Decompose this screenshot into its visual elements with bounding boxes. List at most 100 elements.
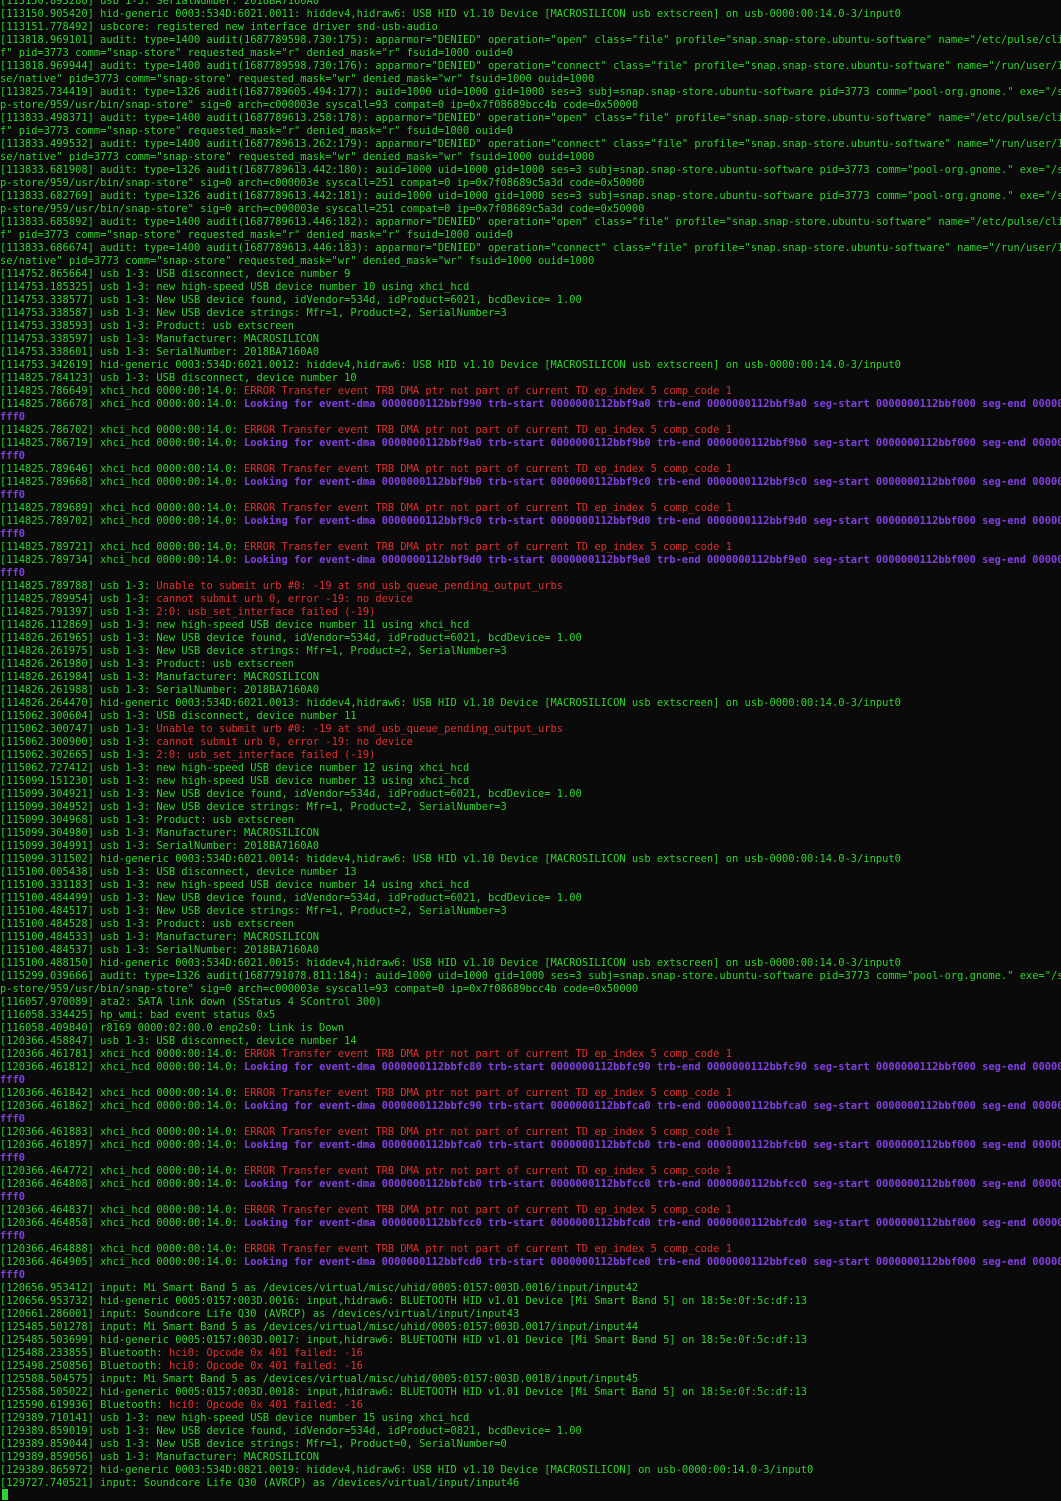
log-line: [125588.505022] hid-generic 0005:0157:00… bbox=[0, 1386, 1061, 1399]
log-message: Product: usb extscreen bbox=[150, 918, 295, 930]
log-line: fff0 bbox=[0, 1191, 1061, 1204]
log-error-text: hci0: Opcode 0x 401 failed: -16 bbox=[168, 1347, 363, 1359]
log-source: usb 1-3: bbox=[100, 658, 151, 670]
log-source: usb 1-3: bbox=[100, 788, 151, 800]
log-timestamp: [125588.504575] bbox=[0, 1373, 94, 1385]
log-source: xhci_hcd bbox=[100, 463, 151, 475]
log-line: fff0 bbox=[0, 1152, 1061, 1165]
log-line: [120656.953412] input: Mi Smart Band 5 a… bbox=[0, 1282, 1061, 1295]
log-timestamp: [120366.458847] bbox=[0, 1035, 94, 1047]
log-line: [114826.261988] usb 1-3: SerialNumber: 2… bbox=[0, 684, 1061, 697]
log-timestamp: [113818.969101] bbox=[0, 34, 94, 46]
log-timestamp: [114825.786719] bbox=[0, 437, 94, 449]
log-timestamp: [114753.338601] bbox=[0, 346, 94, 358]
log-info-text: Looking for event-dma 0000000112bbfc80 t… bbox=[244, 1061, 1061, 1073]
log-timestamp: [113833.686674] bbox=[0, 242, 94, 254]
log-timestamp: [125485.501278] bbox=[0, 1321, 94, 1333]
log-source: audit: bbox=[100, 216, 138, 228]
log-timestamp: [113833.685892] bbox=[0, 216, 94, 228]
log-source: xhci_hcd bbox=[100, 437, 151, 449]
log-line: se/native" pid=3773 comm="snap-store" re… bbox=[0, 73, 1061, 86]
log-source: usb 1-3: bbox=[100, 632, 151, 644]
log-line: [114825.789734] xhci_hcd 0000:00:14.0: L… bbox=[0, 554, 1061, 567]
log-source: xhci_hcd bbox=[100, 1139, 151, 1151]
log-continuation: p-store/959/usr/bin/snap-store" sig=0 ar… bbox=[0, 983, 639, 995]
log-info-text: Looking for event-dma 0000000112bbf9b0 t… bbox=[244, 476, 1061, 488]
log-timestamp: [115100.331183] bbox=[0, 879, 94, 891]
log-message: Product: usb extscreen bbox=[150, 320, 295, 332]
log-timestamp: [114753.338593] bbox=[0, 320, 94, 332]
log-line: [129389.859019] usb 1-3: New USB device … bbox=[0, 1425, 1061, 1438]
log-line: [114825.786719] xhci_hcd 0000:00:14.0: L… bbox=[0, 437, 1061, 450]
log-timestamp: [114825.789734] bbox=[0, 554, 94, 566]
log-source: usb 1-3: bbox=[100, 671, 151, 683]
log-error-text: ERROR Transfer event TRB DMA ptr not par… bbox=[244, 385, 732, 397]
log-source: xhci_hcd bbox=[100, 1061, 151, 1073]
log-message: type=1326 audit(1687789613.442:180): aui… bbox=[137, 164, 1061, 176]
log-info-text: Looking for event-dma 0000000112bbfcd0 t… bbox=[244, 1256, 1061, 1268]
log-message: 0005:0157:003D.0018: input,hidraw6: BLUE… bbox=[168, 1386, 808, 1398]
log-source: xhci_hcd bbox=[100, 1178, 151, 1190]
log-message: type=1400 audit(1687789613.262:179): app… bbox=[137, 138, 1061, 150]
log-timestamp: [114825.789788] bbox=[0, 580, 94, 592]
log-line: fff0 bbox=[0, 489, 1061, 502]
log-source: usb 1-3: bbox=[100, 866, 151, 878]
log-timestamp: [113833.499532] bbox=[0, 138, 94, 150]
terminal-output[interactable]: [113150.893288] usb 1-3: SerialNumber: 2… bbox=[0, 0, 1061, 1490]
log-source: xhci_hcd bbox=[100, 515, 151, 527]
log-line: [115100.484499] usb 1-3: New USB device … bbox=[0, 892, 1061, 905]
log-message: New USB device found, idVendor=534d, idP… bbox=[150, 788, 582, 800]
log-continuation: f" pid=3773 comm="snap-store" requested_… bbox=[0, 125, 513, 137]
log-line: [114826.261975] usb 1-3: New USB device … bbox=[0, 645, 1061, 658]
log-message: registered new interface driver snd-usb-… bbox=[150, 21, 438, 33]
log-source: xhci_hcd bbox=[100, 1048, 151, 1060]
log-continuation: fff0 bbox=[0, 1269, 26, 1281]
log-line: [120366.464772] xhci_hcd 0000:00:14.0: E… bbox=[0, 1165, 1061, 1178]
log-timestamp: [120366.464858] bbox=[0, 1217, 94, 1229]
log-message: 0000:00:14.0: bbox=[150, 476, 244, 488]
log-message: New USB device strings: Mfr=1, Product=2… bbox=[150, 801, 507, 813]
log-message: Manufacturer: MACROSILICON bbox=[150, 671, 320, 683]
log-source: usb 1-3: bbox=[100, 879, 151, 891]
log-continuation: f" pid=3773 comm="snap-store" requested_… bbox=[0, 229, 513, 241]
log-message: New USB device strings: Mfr=1, Product=2… bbox=[150, 905, 507, 917]
log-timestamp: [125590.619936] bbox=[0, 1399, 94, 1411]
log-timestamp: [120366.461781] bbox=[0, 1048, 94, 1060]
log-timestamp: [114825.789689] bbox=[0, 502, 94, 514]
log-source: input: bbox=[100, 1282, 138, 1294]
log-timestamp: [120366.464772] bbox=[0, 1165, 94, 1177]
log-message: 0000:00:14.0: bbox=[150, 502, 244, 514]
log-timestamp: [113825.734419] bbox=[0, 86, 94, 98]
log-line: [113818.969101] audit: type=1400 audit(1… bbox=[0, 34, 1061, 47]
log-error-text: ERROR Transfer event TRB DMA ptr not par… bbox=[244, 502, 732, 514]
log-message: 0000:00:14.0: bbox=[150, 554, 244, 566]
log-source: ata2: bbox=[100, 996, 132, 1008]
log-source: input: bbox=[100, 1477, 138, 1489]
log-line: [115100.484533] usb 1-3: Manufacturer: M… bbox=[0, 931, 1061, 944]
log-timestamp: [115100.005438] bbox=[0, 866, 94, 878]
log-line: [120366.464905] xhci_hcd 0000:00:14.0: L… bbox=[0, 1256, 1061, 1269]
log-message: 0000:00:14.0: bbox=[150, 1061, 244, 1073]
log-timestamp: [120366.461842] bbox=[0, 1087, 94, 1099]
log-timestamp: [129389.710141] bbox=[0, 1412, 94, 1424]
log-timestamp: [129727.740521] bbox=[0, 1477, 94, 1489]
log-message: SerialNumber: 2018BA7160A0 bbox=[150, 944, 320, 956]
log-line: [114753.338601] usb 1-3: SerialNumber: 2… bbox=[0, 346, 1061, 359]
log-source: usb 1-3: bbox=[100, 736, 151, 748]
log-source: hid-generic bbox=[100, 1334, 169, 1346]
log-line: [114753.338587] usb 1-3: New USB device … bbox=[0, 307, 1061, 320]
log-message: USB disconnect, device number 9 bbox=[150, 268, 351, 280]
log-source: hid-generic bbox=[100, 853, 169, 865]
log-timestamp: [115099.304980] bbox=[0, 827, 94, 839]
log-message: type=1400 audit(1687789598.730:176): app… bbox=[137, 60, 1061, 72]
log-source: hp_wmi: bbox=[100, 1009, 144, 1021]
log-message: new high-speed USB device number 10 usin… bbox=[150, 281, 470, 293]
log-source: xhci_hcd bbox=[100, 1243, 151, 1255]
log-message: 0000:00:14.0: bbox=[150, 515, 244, 527]
log-source: usb 1-3: bbox=[100, 905, 151, 917]
log-line: [114753.338593] usb 1-3: Product: usb ex… bbox=[0, 320, 1061, 333]
log-timestamp: [113833.682769] bbox=[0, 190, 94, 202]
log-timestamp: [125588.505022] bbox=[0, 1386, 94, 1398]
log-timestamp: [129389.859019] bbox=[0, 1425, 94, 1437]
log-timestamp: [113833.681908] bbox=[0, 164, 94, 176]
